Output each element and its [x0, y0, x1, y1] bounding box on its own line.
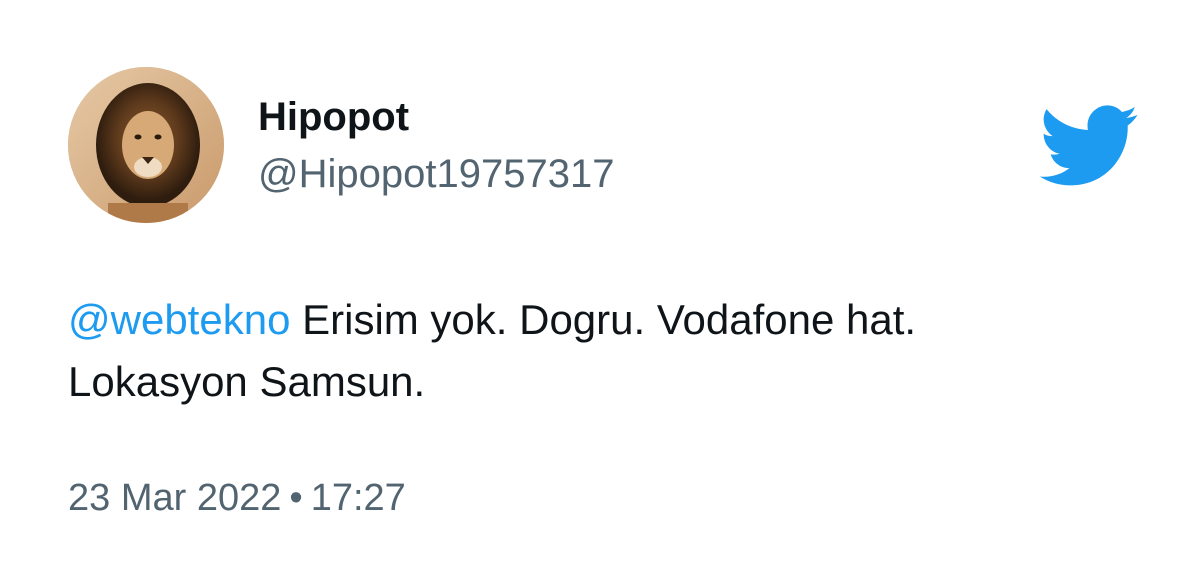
meta-separator: • [289, 477, 303, 519]
mention-link[interactable]: @webtekno [68, 296, 290, 343]
tweet-card: Hipopot @Hipopot19757317 @webtekno Erisi… [0, 0, 1200, 585]
display-name[interactable]: Hipopot [258, 93, 409, 141]
avatar[interactable] [68, 67, 224, 223]
twitter-bird-icon[interactable] [1039, 105, 1140, 187]
tweet-text-line2: Lokasyon Samsun. [68, 358, 426, 405]
tweet-timestamp[interactable]: 23 Mar 2022 • 17:27 [68, 474, 406, 522]
lion-avatar-image [68, 67, 224, 223]
user-handle[interactable]: @Hipopot19757317 [258, 150, 614, 198]
tweet-text: @webtekno Erisim yok. Dogru. Vodafone ha… [68, 289, 1148, 413]
tweet-date: 23 Mar 2022 [68, 477, 282, 519]
tweet-text-line1: Erisim yok. Dogru. Vodafone hat. [290, 296, 917, 343]
tweet-time: 17:27 [310, 477, 406, 519]
